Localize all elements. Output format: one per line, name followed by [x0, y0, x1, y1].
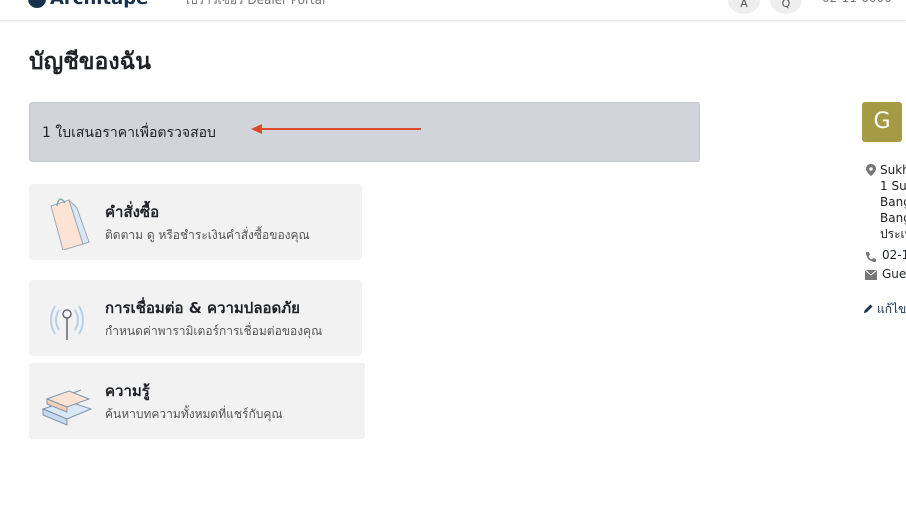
header-phone[interactable]: 02-11-0000	[822, 0, 892, 5]
annotation-arrow-icon	[251, 124, 421, 134]
phone-number: 02-1	[882, 248, 906, 262]
connection-security-title: การเชื่อมต่อ & ความปลอดภัย	[105, 299, 300, 317]
address-line: ประเทศไทย	[880, 227, 906, 241]
knowledge-subtitle: ค้นหาบทความทั้งหมดที่แชร์กับคุณ	[105, 407, 283, 421]
page-title: บัญชีของฉัน	[29, 49, 151, 75]
profile-button[interactable]: A	[728, 0, 760, 14]
mail-icon	[865, 270, 877, 280]
address-line: Sukhumvit	[880, 163, 906, 177]
antenna-icon	[50, 305, 84, 340]
edit-profile-link[interactable]: แก้ไข	[877, 300, 906, 319]
address-line: 1 Sukhumvit	[880, 179, 906, 193]
avatar: G	[862, 102, 902, 142]
search-button[interactable]: Q	[770, 0, 802, 14]
pencil-icon	[864, 304, 873, 313]
orders-card[interactable]: คำสั่งซื้อ ติดตาม ดู หรือชำระเงินคำสั่งซ…	[29, 184, 362, 260]
phone-icon	[866, 252, 876, 262]
address-line: Bangkok	[880, 211, 906, 225]
user-icon: A	[740, 0, 748, 10]
email: Guest	[882, 267, 906, 281]
orders-title: คำสั่งซื้อ	[105, 203, 160, 221]
knowledge-title: ความรู้	[105, 382, 150, 400]
connection-security-card[interactable]: การเชื่อมต่อ & ความปลอดภัย กำหนดค่าพาราม…	[29, 280, 362, 356]
books-icon	[41, 389, 93, 426]
orders-subtitle: ติดตาม ดู หรือชำระเงินคำสั่งซื้อของคุณ	[105, 228, 310, 242]
logo-icon[interactable]	[28, 0, 46, 8]
address-line: Bangkok	[880, 195, 906, 209]
top-nav-text[interactable]: เบราว์เซอร์ Dealer Portal	[186, 0, 325, 10]
map-pin-icon	[866, 164, 876, 176]
shopping-bag-icon	[50, 198, 90, 250]
connection-security-subtitle: กำหนดค่าพารามิเตอร์การเชื่อมต่อของคุณ	[105, 324, 323, 338]
top-navigation-bar: Architape เบราว์เซอร์ Dealer Portal A Q …	[0, 0, 906, 21]
knowledge-card[interactable]: ความรู้ ค้นหาบทความทั้งหมดที่แชร์กับคุณ	[29, 363, 365, 439]
logo-text[interactable]: Architape	[50, 0, 148, 9]
quote-review-text[interactable]: 1 ใบเสนอราคาเพื่อตรวจสอบ	[42, 122, 216, 144]
search-icon: Q	[781, 0, 791, 10]
address: Sukhumvit 1 Sukhumvit Bangkok Bangkok ปร…	[880, 162, 906, 242]
profile-sidebar: G Sukhumvit 1 Sukhumvit Bangkok Bangkok …	[862, 102, 906, 322]
